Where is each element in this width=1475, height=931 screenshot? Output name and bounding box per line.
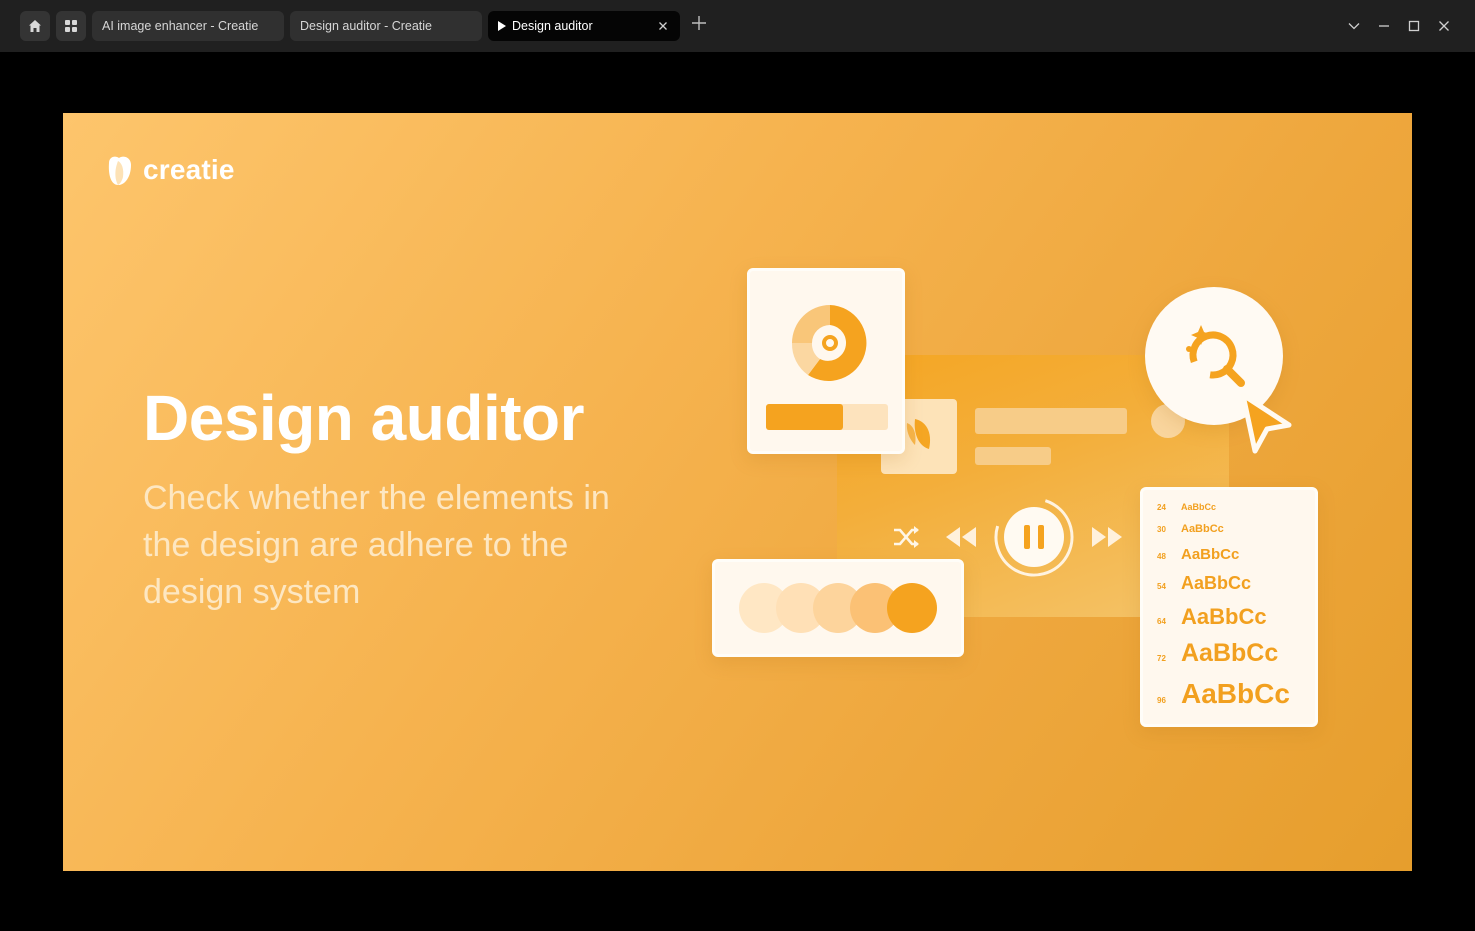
chevron-down-icon: [1348, 23, 1360, 30]
typography-card: 24 AaBbCc 30 AaBbCc 48 AaBbCc 54 AaBbCc 64 Aa…: [1140, 487, 1318, 727]
close-icon: [1439, 21, 1449, 31]
type-row: 54 AaBbCc: [1157, 573, 1252, 593]
search-sparkle-icon: [1186, 325, 1245, 387]
type-row: 24 AaBbCc: [1157, 502, 1217, 512]
type-row: 64 AaBbCc: [1157, 604, 1267, 629]
browser-titlebar: AI image enhancer - Creatie Design audit…: [0, 0, 1475, 52]
tab-title: Design auditor - Creatie: [300, 19, 433, 33]
slide-subline: Check whether the elements in the design…: [143, 479, 610, 611]
type-row: 30 AaBbCc: [1157, 523, 1224, 535]
brand-logo: creatie: [105, 153, 235, 187]
fast-forward-icon: [1092, 527, 1122, 547]
close-tab-icon[interactable]: [656, 19, 670, 33]
placeholder-line: [975, 408, 1127, 434]
creatie-logo-icon: [108, 156, 131, 185]
type-row: 96 AaBbCc: [1157, 678, 1290, 709]
type-row: 72 AaBbCc: [1157, 639, 1279, 667]
grid-icon: [65, 20, 77, 32]
pause-button-icon: [994, 497, 1074, 577]
maximize-icon: [1408, 20, 1420, 32]
home-icon: [29, 20, 41, 32]
progress-fill: [766, 404, 843, 430]
donut-chart: [791, 305, 867, 381]
slide-headline: Design auditor: [143, 382, 585, 454]
home-button[interactable]: [20, 11, 50, 41]
color-swatches-card: [712, 559, 964, 657]
minimize-button[interactable]: [1374, 16, 1394, 36]
minimize-icon: [1379, 25, 1389, 27]
tab-design-auditor[interactable]: Design auditor: [488, 11, 680, 41]
brand-name: creatie: [143, 154, 235, 185]
maximize-button[interactable]: [1404, 16, 1424, 36]
rewind-icon: [946, 527, 976, 547]
tab-ai-image-enhancer[interactable]: AI image enhancer - Creatie: [92, 11, 284, 41]
placeholder-line: [975, 447, 1051, 465]
tab-title: Design auditor: [512, 19, 593, 33]
play-icon: [498, 21, 506, 31]
tab-design-auditor-creatie[interactable]: Design auditor - Creatie: [290, 11, 482, 41]
logo-thumbnail-icon: [906, 419, 931, 449]
close-window-button[interactable]: [1434, 16, 1454, 36]
tab-title: AI image enhancer - Creatie: [102, 19, 259, 33]
color-swatch: [887, 583, 937, 633]
type-row: 48 AaBbCc: [1157, 546, 1240, 563]
presentation-slide: creatie Design auditor Check whether the…: [63, 113, 1412, 871]
cursor-icon: [1240, 392, 1292, 454]
workspaces-button[interactable]: [56, 11, 86, 41]
new-tab-icon[interactable]: [690, 14, 708, 32]
shuffle-icon: [894, 526, 919, 548]
chart-card: [747, 268, 905, 454]
color-swatches: [739, 583, 937, 633]
tab-list-button[interactable]: [1344, 16, 1364, 36]
